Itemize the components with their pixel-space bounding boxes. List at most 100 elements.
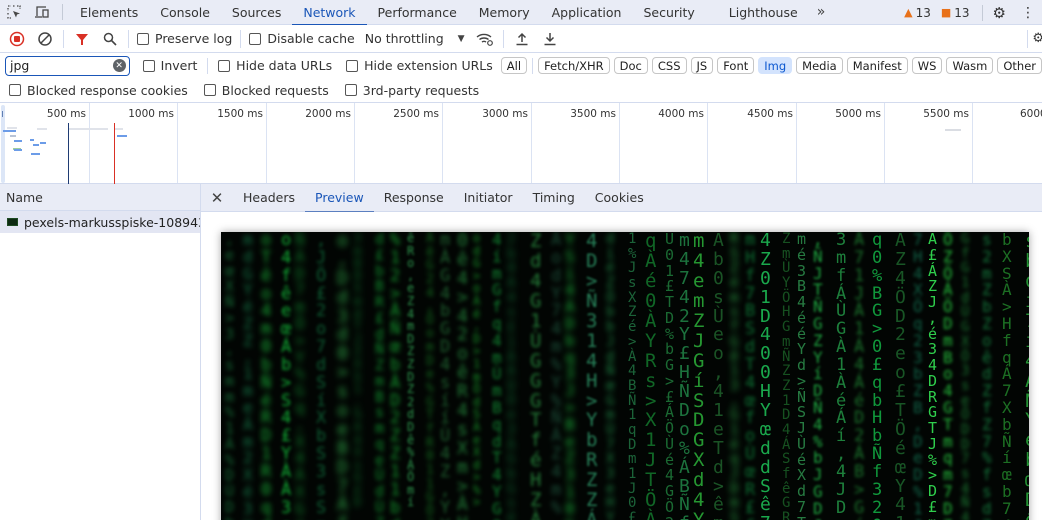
- image-thumbnail-icon: [7, 218, 18, 226]
- overview-left-handle[interactable]: [1, 105, 5, 183]
- checkbox-box: [249, 32, 262, 45]
- third-party-requests-checkbox[interactable]: 3rd-party requests: [341, 83, 483, 98]
- tab-elements[interactable]: Elements: [69, 0, 149, 25]
- filter-chip-js[interactable]: JS: [690, 57, 714, 74]
- invert-checkbox[interactable]: Invert: [139, 58, 202, 73]
- blocked-response-cookies-label: Blocked response cookies: [27, 82, 188, 98]
- filter-chip-ws[interactable]: WS: [911, 57, 943, 74]
- overview-tick-label: 2500 ms: [393, 108, 439, 120]
- overview-request-bar: [14, 140, 22, 142]
- checkbox-box: [137, 32, 149, 45]
- request-row[interactable]: pexels-markusspiske-108943...: [0, 211, 200, 233]
- matrix-rain-column: 2 b 4 Á 4 s £ 1 À À Ù Ö e 3 À G b G s é …: [507, 232, 516, 520]
- checkbox-box: [346, 59, 359, 72]
- detail-tab-preview[interactable]: Preview: [305, 184, 374, 213]
- filter-chip-img[interactable]: Img: [758, 57, 793, 74]
- disable-cache-checkbox[interactable]: Disable cache: [245, 31, 358, 46]
- tab-memory[interactable]: Memory: [468, 0, 541, 25]
- issue-icon: ■: [940, 6, 952, 19]
- filter-chip-other[interactable]: Other: [997, 57, 1042, 74]
- divider: [240, 29, 242, 48]
- close-details-icon[interactable]: ✕: [201, 189, 233, 207]
- throttling-select[interactable]: No throttling ▼: [359, 31, 471, 46]
- device-toolbar-button[interactable]: [28, 0, 56, 25]
- export-har-button[interactable]: [536, 25, 564, 53]
- network-overview-timeline[interactable]: 500 ms 1000 ms 1500 ms 2000 ms 2500 ms 3000 m…: [0, 103, 1042, 184]
- filter-chip-media[interactable]: Media: [796, 57, 843, 74]
- filter-bar: jpg ✕ Invert Hide data URLs Hide extensi…: [0, 53, 1042, 78]
- column-header-name[interactable]: Name: [0, 184, 200, 211]
- filter-chip-fetch-xhr[interactable]: Fetch/XHR: [538, 57, 610, 74]
- detail-tab-cookies[interactable]: Cookies: [585, 184, 654, 212]
- device-toolbar-icon: [35, 6, 49, 18]
- tab-performance[interactable]: Performance: [367, 0, 468, 25]
- checkbox-box: [344, 84, 357, 96]
- warnings-count: 13: [915, 5, 931, 20]
- filter-input[interactable]: jpg ✕: [5, 55, 130, 76]
- divider: [62, 4, 63, 20]
- filter-chip-font[interactable]: Font: [717, 57, 755, 74]
- overview-request-bar: [30, 139, 34, 141]
- matrix-rain-column: q À é 0 À Y R s > X 1 J T Ö À d 4 > 1 X …: [645, 232, 657, 520]
- search-button[interactable]: [96, 25, 124, 53]
- tab-application[interactable]: Application: [541, 0, 633, 25]
- settings-gear-icon[interactable]: ⚙: [993, 4, 1006, 22]
- hide-data-urls-checkbox[interactable]: Hide data URLs: [214, 58, 336, 73]
- matrix-rain-column: m 4 e m Z J G í S D G X d 4 Y Á 3 í J q …: [693, 232, 705, 520]
- overview-gridline: [177, 103, 178, 183]
- upload-icon: [516, 32, 528, 45]
- clear-button[interactable]: [31, 25, 59, 53]
- filter-toggle-button[interactable]: [68, 25, 96, 53]
- request-list: Name pexels-markusspiske-108943...: [0, 184, 201, 520]
- overview-request-bar: [40, 142, 46, 144]
- overview-request-bar: [33, 144, 39, 146]
- detail-tab-timing[interactable]: Timing: [523, 184, 585, 212]
- filter-input-value[interactable]: jpg: [10, 58, 113, 73]
- preserve-log-checkbox[interactable]: Preserve log: [133, 31, 236, 46]
- filter-chip-css[interactable]: CSS: [651, 57, 687, 74]
- tab-network[interactable]: Network: [292, 0, 367, 26]
- overview-request-bar: [3, 130, 16, 132]
- tab-sources[interactable]: Sources: [221, 0, 292, 25]
- divider: [981, 4, 983, 21]
- request-name: pexels-markusspiske-108943...: [24, 214, 200, 230]
- matrix-rain-column: Z m Ù Y Ö H G m Ñ Z Z 1 D 4 Á S f ê G R …: [782, 232, 791, 520]
- devtools-tab-bar: Elements Console Sources Network Performance…: [0, 0, 1042, 26]
- overview-request-bar: [14, 149, 22, 151]
- matrix-rain-column: m À G 4 b G D 4 s í í Ù 4 Z , Y Y G b G …: [440, 232, 451, 520]
- network-conditions-button[interactable]: [471, 25, 499, 53]
- blocked-response-cookies-checkbox[interactable]: Blocked response cookies: [5, 83, 192, 98]
- filter-chip-all[interactable]: All: [500, 57, 528, 74]
- record-button[interactable]: [3, 25, 31, 53]
- hide-extension-urls-label: Hide extension URLs: [364, 58, 493, 73]
- filter-icon: [76, 33, 88, 45]
- import-har-button[interactable]: [508, 25, 536, 53]
- network-settings-gear-icon[interactable]: ⚙: [1032, 31, 1042, 46]
- detail-tab-response[interactable]: Response: [374, 184, 454, 212]
- filter-chip-manifest[interactable]: Manifest: [846, 57, 908, 74]
- hide-extension-urls-checkbox[interactable]: Hide extension URLs: [342, 58, 497, 73]
- more-tabs-button[interactable]: »: [809, 4, 834, 20]
- blocked-requests-checkbox[interactable]: Blocked requests: [200, 83, 333, 98]
- matrix-rain-column: o T ê o 4 m 0 b Ñ é R D 1 R 0 q d £ G 7 …: [261, 232, 272, 520]
- clear-icon: [38, 31, 52, 46]
- detail-tab-initiator[interactable]: Initiator: [454, 184, 523, 212]
- issues-badge[interactable]: ■ 13: [941, 6, 970, 20]
- filter-chip-doc[interactable]: Doc: [613, 57, 648, 74]
- tab-security[interactable]: Security: [632, 0, 705, 25]
- matrix-rain-column: Ñ Á D 7 m Ö > Y % G q , X 4 Á X G é ê 0 …: [295, 232, 305, 520]
- matrix-rain-column: d £ b B R £ d Ñ Z m B s m q e Ù d Ù Z X …: [375, 232, 385, 520]
- detail-tab-headers[interactable]: Headers: [233, 184, 305, 212]
- more-options-icon[interactable]: ⋮: [1020, 5, 1036, 21]
- tab-console[interactable]: Console: [149, 0, 221, 25]
- tab-lighthouse[interactable]: Lighthouse: [718, 0, 809, 25]
- inspect-element-button[interactable]: [0, 0, 28, 25]
- matrix-rain-column: Ö Z Ö Á Ö D m B o 4 G T m q m 7 D 7 À o …: [943, 232, 953, 520]
- overview-request-bar: [117, 135, 127, 137]
- clear-filter-icon[interactable]: ✕: [112, 59, 126, 72]
- filter-chip-wasm[interactable]: Wasm: [946, 57, 994, 74]
- overview-gridline: [619, 103, 620, 183]
- warnings-badge[interactable]: ▲ 13: [904, 6, 931, 20]
- matrix-rain-column: m d G Y é Z Z , 1 m e Á m 2 X é 3 Y m ê …: [243, 232, 253, 520]
- matrix-rain-column: 3 m 0 Ö S œ d T J Z X S 1 , % Á 4 X s G …: [354, 232, 362, 510]
